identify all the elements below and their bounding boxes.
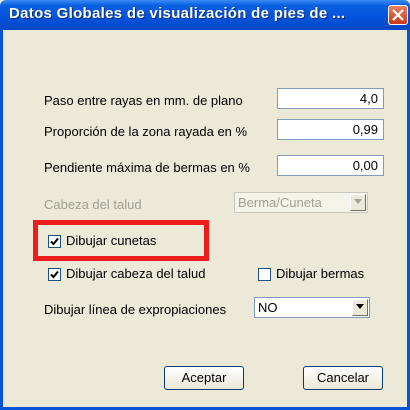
proporcion-label: Proporción de la zona rayada en % [44,124,248,139]
checkmark-icon [50,270,59,279]
cabeza-talud-checkbox[interactable] [48,268,61,281]
cunetas-label: Dibujar cunetas [66,233,157,248]
expropiaciones-select[interactable]: NO [254,297,370,318]
cabeza-talud-select: Berma/Cuneta [234,192,368,213]
expropiaciones-label: Dibujar línea de expropiaciones [44,302,227,317]
paso-input[interactable]: 4,0 [277,88,384,109]
dialog-body [3,30,407,407]
cancel-button[interactable]: Cancelar [303,366,383,390]
window-title: Datos Globales de visualización de pies … [9,5,346,22]
cabeza-talud-value: Berma/Cuneta [238,195,322,210]
chevron-down-icon[interactable] [352,299,368,316]
cabeza-talud-label: Cabeza del talud [44,197,142,212]
pendiente-input[interactable]: 0,00 [277,155,384,176]
chevron-down-icon [350,194,366,211]
bermas-label: Dibujar bermas [276,266,365,281]
title-bar[interactable]: Datos Globales de visualización de pies … [0,0,410,30]
proporcion-input[interactable]: 0,99 [277,119,384,140]
cabeza-talud-checkbox-label: Dibujar cabeza del talud [66,266,206,281]
pendiente-label: Pendiente máxima de bermas en % [44,160,250,175]
cunetas-checkbox[interactable] [48,235,61,248]
close-x-icon [392,9,404,21]
paso-label: Paso entre rayas en mm. de plano [44,93,243,108]
close-button[interactable] [388,5,408,25]
bermas-checkbox[interactable] [258,268,271,281]
accept-button[interactable]: Aceptar [164,366,244,390]
checkmark-icon [50,237,59,246]
expropiaciones-value: NO [258,300,278,315]
